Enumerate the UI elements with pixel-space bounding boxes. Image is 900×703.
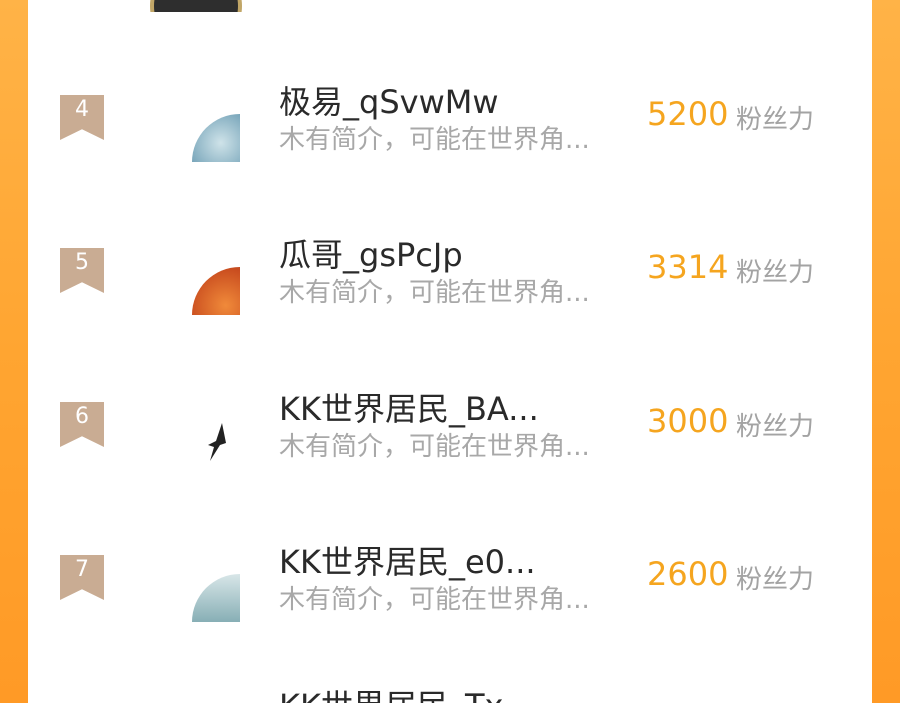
rank-number: 4: [75, 97, 89, 122]
fan-score-unit: 粉丝力: [736, 565, 815, 595]
ranking-row[interactable]: 6 KK世界居民_BA... 木有简介，可能在世界角... 3000 粉丝力: [28, 390, 872, 552]
ranking-row[interactable]: 5 瓜哥_gsPcJp 木有简介，可能在世界角... 3314 粉丝力: [28, 236, 872, 398]
user-name[interactable]: 瓜哥_gsPcJp: [279, 230, 463, 276]
ranking-row[interactable]: 4 极易_qSvwMw 木有简介，可能在世界角... 5200 粉丝力: [28, 83, 872, 245]
avatar-ring: [150, 0, 242, 12]
avatar-image: [192, 267, 240, 315]
avatar[interactable]: [192, 267, 240, 315]
user-bio: 木有简介，可能在世界角...: [279, 585, 590, 615]
rocket-icon: [208, 423, 226, 461]
user-bio: 木有简介，可能在世界角...: [279, 278, 590, 308]
user-name[interactable]: 极易_qSvwMw: [279, 77, 499, 123]
previous-avatar[interactable]: [150, 0, 242, 12]
ranking-panel: 4 极易_qSvwMw 木有简介，可能在世界角... 5200 粉丝力 5 瓜哥…: [28, 0, 872, 703]
user-bio: 木有简介，可能在世界角...: [279, 125, 590, 155]
fan-score: 2600: [647, 555, 729, 593]
rank-badge: 5: [60, 248, 104, 293]
rank-number: 5: [75, 250, 89, 275]
fan-score: 3000: [647, 402, 729, 440]
user-name[interactable]: KK世界居民_BA...: [279, 384, 539, 430]
rank-number: 6: [75, 404, 89, 429]
avatar-image: [192, 574, 240, 622]
rank-badge: 6: [60, 402, 104, 447]
fan-score-unit: 粉丝力: [736, 412, 815, 442]
fan-score: 3314: [647, 248, 729, 286]
fan-score: 5200: [647, 95, 729, 133]
avatar[interactable]: [192, 114, 240, 162]
user-bio: 木有简介，可能在世界角...: [279, 432, 590, 462]
avatar-image: [192, 114, 240, 162]
user-name-partial[interactable]: KK世界居民_Tx: [279, 681, 503, 703]
fan-score-unit: 粉丝力: [736, 105, 815, 135]
fan-score-unit: 粉丝力: [736, 258, 815, 288]
rank-badge: 7: [60, 555, 104, 600]
rank-badge: 4: [60, 95, 104, 140]
avatar[interactable]: [192, 421, 240, 469]
user-name[interactable]: KK世界居民_e0...: [279, 537, 536, 583]
rank-number: 7: [75, 557, 89, 582]
avatar[interactable]: [192, 574, 240, 622]
